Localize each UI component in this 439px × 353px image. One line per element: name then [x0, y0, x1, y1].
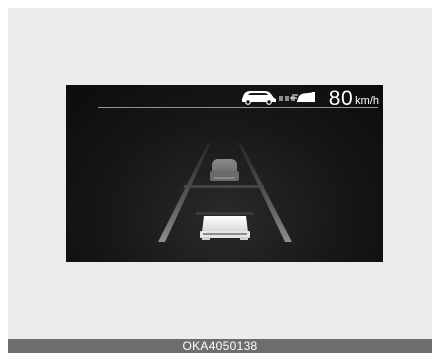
vehicle-ahead-icon	[242, 91, 276, 105]
set-speed-readout: 80 km/h	[329, 88, 379, 109]
own-vehicle-icon	[196, 212, 253, 240]
display-graphics	[98, 91, 378, 242]
set-speed-value: 80	[328, 87, 354, 110]
figure-caption: OKA4050138	[8, 339, 432, 353]
set-speed-unit: km/h	[355, 95, 379, 107]
lead-vehicle-icon	[210, 159, 239, 181]
cluster-display: 80 km/h	[66, 85, 383, 262]
distance-bar	[184, 185, 264, 188]
